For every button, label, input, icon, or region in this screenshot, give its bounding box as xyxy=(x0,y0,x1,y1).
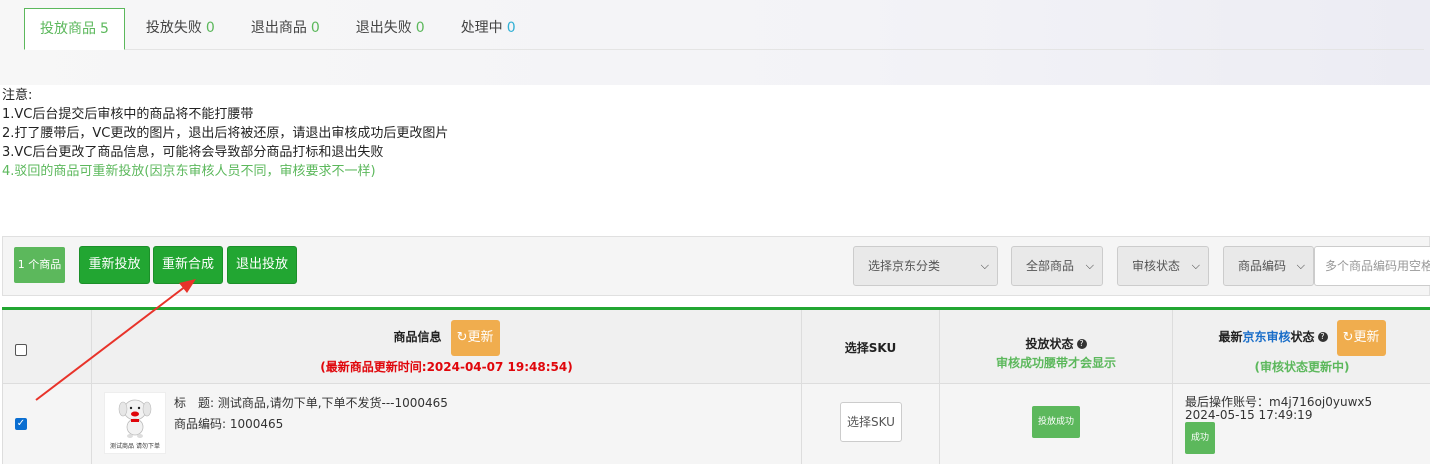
tab-count: 0 xyxy=(205,20,215,36)
code-search-input[interactable]: 多个商品编码用空格 xyxy=(1314,246,1430,286)
notice-line: 1.VC后台提交后审核中的商品将不能打腰带 xyxy=(2,107,254,122)
product-code-line: 商品编码: 1000465 xyxy=(174,415,283,432)
notice-block: 注意: 1.VC后台提交后审核中的商品将不能打腰带 2.打了腰带后，VC更改的图… xyxy=(2,86,448,181)
mascot-dog-icon xyxy=(118,399,152,438)
refresh-label: 更新 xyxy=(467,330,494,345)
header-label: 状态 xyxy=(1290,330,1315,344)
header-audit-status: 最新京东审核状态? ↻更新 (审核状态更新中) xyxy=(1173,310,1430,384)
audit-note: (审核状态更新中) xyxy=(1254,360,1350,374)
tab-count: 5 xyxy=(100,21,109,37)
tab-placement-failed[interactable]: 投放失败 0 xyxy=(131,8,230,48)
input-placeholder: 多个商品编码用空格 xyxy=(1325,259,1430,273)
select-value: 审核状态 xyxy=(1132,259,1181,273)
refresh-audit-button[interactable]: ↻更新 xyxy=(1336,320,1386,356)
select-value: 商品编码 xyxy=(1238,259,1287,273)
chevron-down-icon: ⌵ xyxy=(980,259,989,272)
selected-count-badge: 1 个商品 xyxy=(14,247,65,283)
sku-cell: 选择SKU xyxy=(802,384,940,464)
title-label: 标 题: xyxy=(174,396,215,410)
placement-success-badge: 投放成功 xyxy=(1032,406,1080,438)
table-row: ✓ xyxy=(3,384,92,464)
header-placement-status: 投放状态? 审核成功腰带才会显示 xyxy=(940,310,1173,384)
placement-note: 审核成功腰带才会显示 xyxy=(995,356,1116,370)
select-value: 选择京东分类 xyxy=(868,259,941,273)
tab-count: 0 xyxy=(506,20,516,36)
header-label: 商品信息 xyxy=(393,330,442,344)
code-type-select[interactable]: 商品编码 ⌵ xyxy=(1223,246,1314,286)
header-checkbox-cell xyxy=(3,310,92,384)
tab-label: 投放商品 xyxy=(40,21,96,37)
chevron-down-icon: ⌵ xyxy=(1191,259,1200,272)
tab-placed-goods[interactable]: 投放商品 5 xyxy=(24,8,125,50)
audit-status-select[interactable]: 审核状态 ⌵ xyxy=(1117,246,1209,286)
tab-exited-goods[interactable]: 退出商品 0 xyxy=(236,8,335,48)
tab-label: 退出失败 xyxy=(355,20,412,36)
tab-count: 0 xyxy=(310,20,320,36)
header-product-info: 商品信息 ↻更新 (最新商品更新时间:2024-04-07 19:48:54) xyxy=(92,310,802,384)
refresh-icon: ↻ xyxy=(1342,330,1354,345)
select-sku-button[interactable]: 选择SKU xyxy=(840,402,902,442)
tab-label: 处理中 xyxy=(460,20,503,36)
tab-exit-failed[interactable]: 退出失败 0 xyxy=(341,8,440,48)
audit-status-cell: 最后操作账号：m4j716oj0yuwx5 2024-05-15 17:49:1… xyxy=(1173,384,1430,464)
row-checkbox[interactable]: ✓ xyxy=(15,418,27,430)
tabs-divider xyxy=(24,49,1424,50)
notice-line: 3.VC后台更改了商品信息，可能将会导致部分商品打标和退出失败 xyxy=(2,145,384,160)
audit-success-badge: 成功 xyxy=(1185,422,1215,454)
operated-time: 2024-05-15 17:49:19 xyxy=(1185,408,1313,422)
action-toolbar: 1 个商品 重新投放 重新合成 退出投放 选择京东分类 ⌵ 全部商品 ⌵ 审核状态 ⌵… xyxy=(2,236,1430,296)
chevron-down-icon: ⌵ xyxy=(1296,259,1305,272)
help-icon[interactable]: ? xyxy=(1317,331,1328,342)
product-thumbnail[interactable]: 测试商品 请勿下单 xyxy=(104,392,166,454)
recompose-button[interactable]: 重新合成 xyxy=(153,246,223,284)
jd-audit-link[interactable]: 京东审核 xyxy=(1242,330,1290,344)
header-label: 选择SKU xyxy=(844,341,897,355)
product-code: 1000465 xyxy=(229,417,284,431)
product-title: 测试商品,请勿下单,下单不发货---1000465 xyxy=(217,396,448,410)
product-cell: 测试商品 请勿下单 标 题: 测试商品,请勿下单,下单不发货---1000465… xyxy=(92,384,802,464)
tab-processing[interactable]: 处理中 0 xyxy=(446,8,531,48)
notice-line: 2.打了腰带后，VC更改的图片，退出后将被还原，请退出审核成功后更改图片 xyxy=(2,126,449,141)
goods-filter-select[interactable]: 全部商品 ⌵ xyxy=(1011,246,1103,286)
goods-table: 商品信息 ↻更新 (最新商品更新时间:2024-04-07 19:48:54) … xyxy=(2,310,1430,464)
jd-category-select[interactable]: 选择京东分类 ⌵ xyxy=(853,246,998,286)
code-label: 商品编码: xyxy=(174,417,227,431)
exit-placement-button[interactable]: 退出投放 xyxy=(227,246,297,284)
refresh-icon: ↻ xyxy=(456,330,468,345)
product-title-line: 标 题: 测试商品,请勿下单,下单不发货---1000465 xyxy=(174,394,448,411)
goods-update-time: (最新商品更新时间:2024-04-07 19:48:54) xyxy=(320,360,573,374)
header-label: 投放状态 xyxy=(1025,337,1074,351)
replace-button[interactable]: 重新投放 xyxy=(79,246,150,284)
tab-label: 退出商品 xyxy=(250,20,307,36)
tab-label: 投放失败 xyxy=(145,20,202,36)
status-tabs: 投放商品 5 投放失败 0 退出商品 0 退出失败 0 处理中 0 xyxy=(24,8,537,50)
tab-count: 0 xyxy=(415,20,425,36)
placement-status-cell: 投放成功 xyxy=(940,384,1173,464)
refresh-label: 更新 xyxy=(1353,330,1380,345)
header-label: 最新 xyxy=(1218,330,1243,344)
notice-title: 注意: xyxy=(2,88,33,103)
thumbnail-caption: 测试商品 请勿下单 xyxy=(110,443,160,450)
chevron-down-icon: ⌵ xyxy=(1085,259,1094,272)
select-all-checkbox[interactable] xyxy=(15,344,27,356)
refresh-goods-button[interactable]: ↻更新 xyxy=(450,320,500,356)
help-icon[interactable]: ? xyxy=(1076,338,1087,349)
notice-line: 4.驳回的商品可重新投放(因京东审核人员不同，审核要求不一样) xyxy=(2,164,376,179)
header-select-sku: 选择SKU xyxy=(802,310,940,384)
select-value: 全部商品 xyxy=(1026,259,1075,273)
